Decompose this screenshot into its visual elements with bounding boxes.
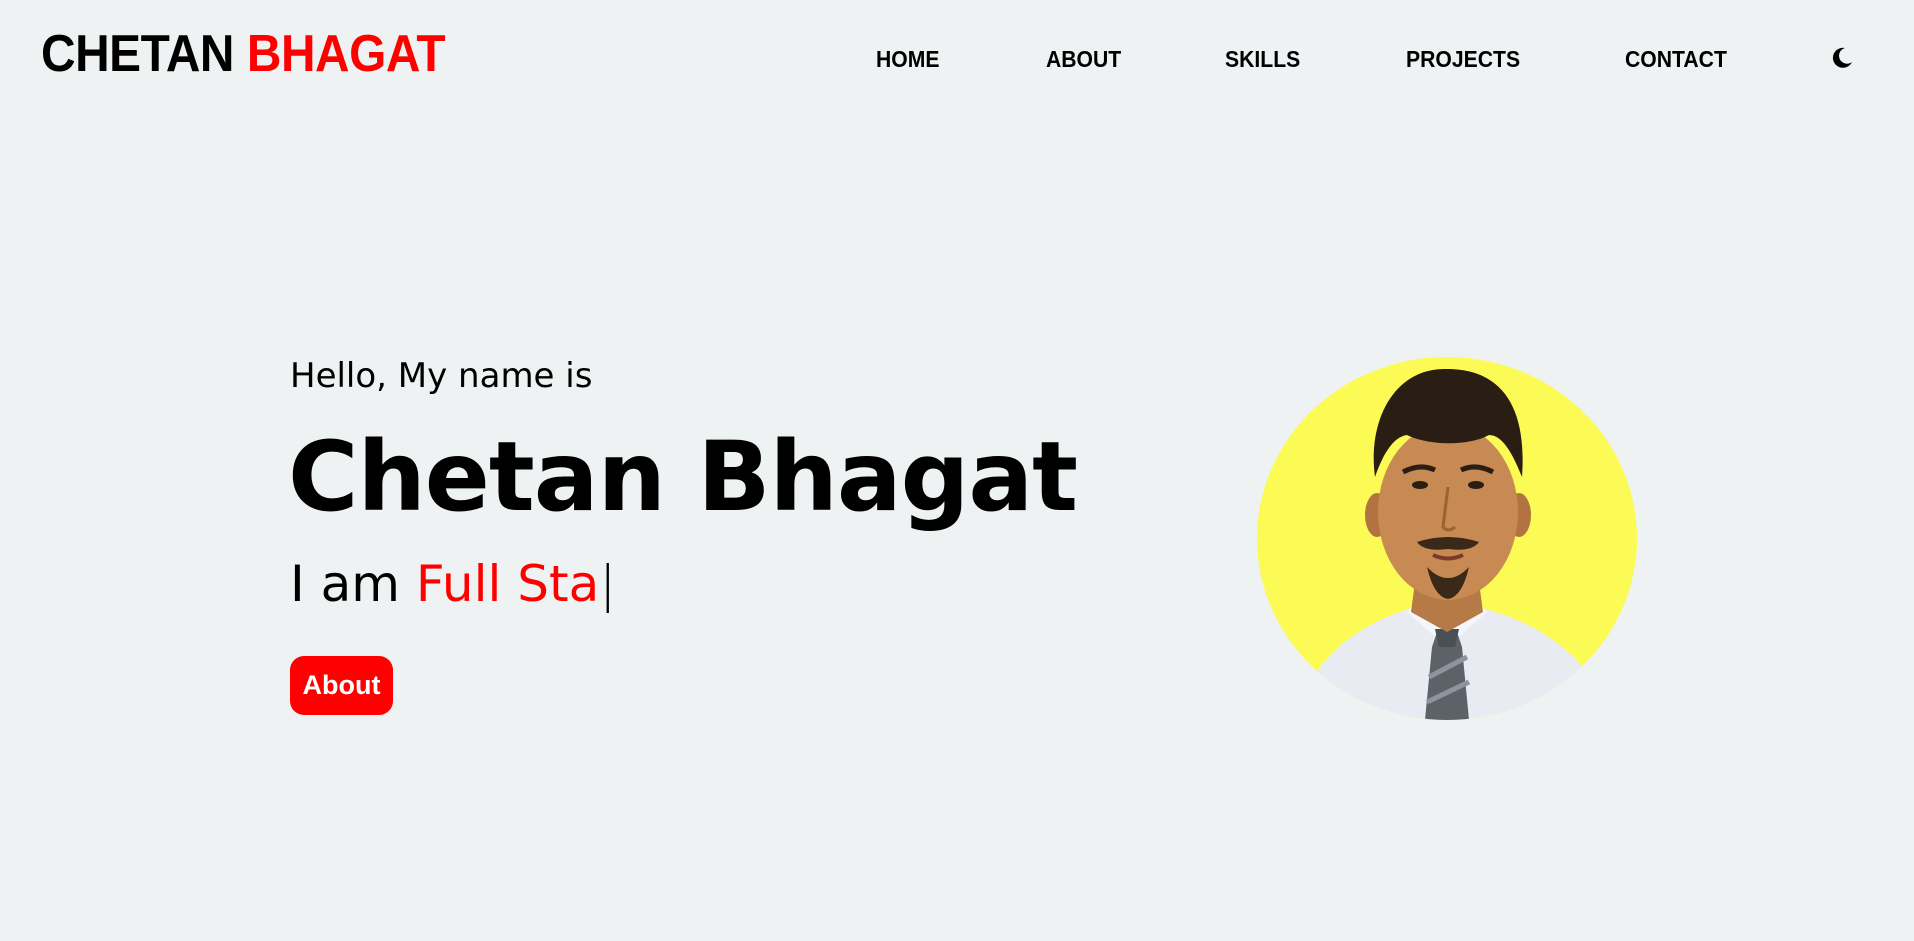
typing-text: Full Sta — [415, 555, 600, 613]
hero-greeting: Hello, My name is — [290, 356, 593, 396]
hero-typing-line: I am Full Sta| — [290, 554, 616, 614]
theme-toggle-button[interactable] — [1829, 45, 1855, 71]
typing-cursor: | — [599, 555, 617, 613]
nav-link-contact[interactable]: CONTACT — [1625, 46, 1727, 73]
nav-links: HOME ABOUT SKILLS PROJECTS CONTACT — [0, 46, 1914, 76]
profile-photo — [1257, 357, 1637, 720]
typing-prefix: I am — [290, 555, 400, 613]
hero-name: Chetan Bhagat — [288, 421, 1078, 533]
nav-link-skills[interactable]: SKILLS — [1225, 46, 1300, 73]
profile-portrait — [1257, 357, 1637, 720]
moon-icon — [1832, 47, 1852, 68]
nav-link-projects[interactable]: PROJECTS — [1406, 46, 1520, 73]
navbar: CHETAN BHAGAT HOME ABOUT SKILLS PROJECTS… — [0, 0, 1914, 120]
about-button[interactable]: About — [290, 656, 393, 715]
nav-link-about[interactable]: ABOUT — [1046, 46, 1121, 73]
nav-link-home[interactable]: HOME — [876, 46, 939, 73]
